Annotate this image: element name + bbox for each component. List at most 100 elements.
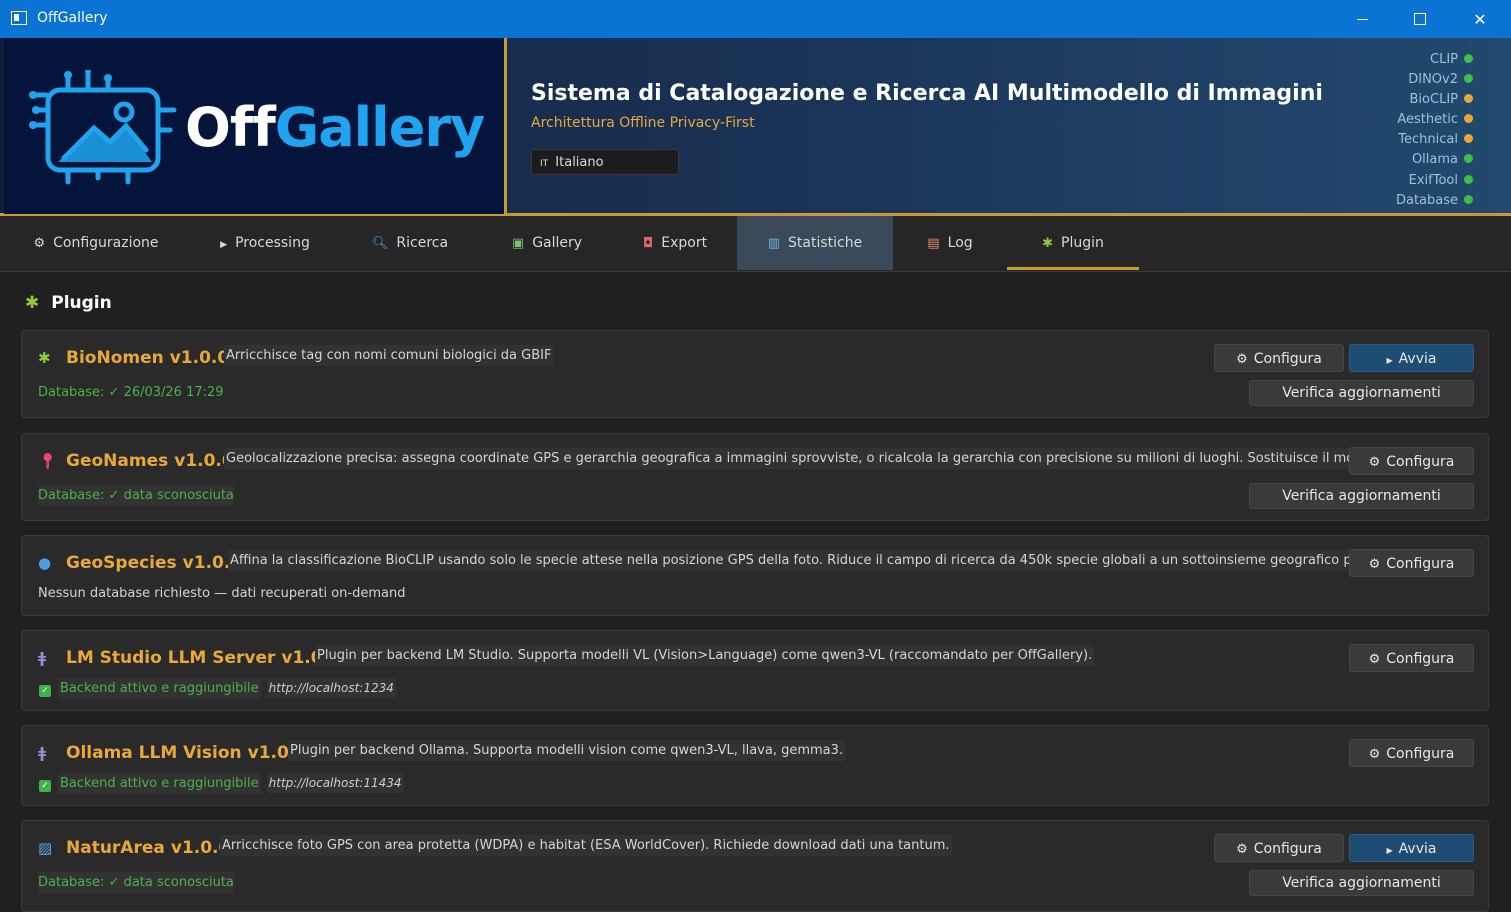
run-button[interactable]: ▶ Avvia <box>1349 344 1474 372</box>
plugin-status: Backend attivo e raggiungibile <box>58 678 261 699</box>
configure-button[interactable]: ⚙ Configura <box>1214 834 1344 862</box>
status-dot-icon <box>1464 114 1473 124</box>
gear-icon: ⚙ <box>33 236 46 251</box>
status-dot-icon <box>1464 94 1473 104</box>
plugin-description: Affina la classificazione BioCLIP usando… <box>228 550 1418 571</box>
model-name: ExifTool <box>1408 172 1458 188</box>
gear-icon: ⚙ <box>1368 557 1381 572</box>
plug-icon: ǂ <box>38 649 47 667</box>
configure-button[interactable]: ⚙ Configura <box>1214 344 1344 372</box>
check-updates-button[interactable]: Verifica aggiornamenti <box>1249 380 1474 406</box>
plugin-status: Database: ✓ data sconosciuta <box>38 872 234 893</box>
model-status-item: CLIP <box>1396 50 1473 70</box>
tab-ricerca[interactable]: 🔍︎ Ricerca <box>355 216 465 270</box>
model-status-item: Database <box>1396 191 1473 211</box>
logo: OffGallery <box>4 38 507 214</box>
plug-icon: ǂ <box>38 744 47 762</box>
model-status-list: CLIP DINOv2 BioCLIP Aesthetic Technical Ollam… <box>1396 50 1473 211</box>
puzzle-icon: ✱ <box>1042 236 1054 251</box>
plugin-description: Plugin per backend LM Studio. Supporta m… <box>315 645 1095 666</box>
plugin-card-lm-studio: ǂ LM Studio LLM Server v1.0.0 Plugin per b… <box>21 630 1489 711</box>
chart-icon: ▥ <box>767 236 781 251</box>
play-icon: ▶ <box>1386 356 1393 365</box>
tab-configurazione[interactable]: ⚙ Configurazione <box>16 216 176 270</box>
model-status-item: DINOv2 <box>1396 70 1473 90</box>
gear-icon: ⚙ <box>1236 352 1248 367</box>
model-status-item: BioCLIP <box>1396 90 1473 110</box>
pin-icon: 📍︎ <box>38 452 58 470</box>
app-header: OffGallery Sistema di Catalogazione e Ri… <box>0 38 1511 216</box>
language-value: Italiano <box>555 155 604 170</box>
tab-plugin[interactable]: ✱ Plugin <box>1007 216 1139 270</box>
tab-gallery[interactable]: ▣ Gallery <box>492 216 602 270</box>
app-subtitle: Architettura Offline Privacy-First <box>531 115 755 131</box>
configure-button[interactable]: ⚙ Configura <box>1349 739 1474 767</box>
plugin-title: ● GeoSpecies v1.0.0 <box>38 553 243 573</box>
plugin-description: Arricchisce tag con nomi comuni biologic… <box>224 345 554 366</box>
plugin-card-ollama: ǂ Ollama LLM Vision v1.0.0 Plugin per back… <box>21 725 1489 806</box>
gallery-logo-icon <box>29 70 177 185</box>
model-name: Aesthetic <box>1397 112 1458 128</box>
plugin-description: Arricchisce foto GPS con area protetta (… <box>220 835 952 856</box>
check-icon: ✓ <box>39 780 51 792</box>
plugin-status: Database: ✓ 26/03/26 17:29 <box>38 385 224 400</box>
globe-icon: ● <box>38 554 52 572</box>
run-button[interactable]: ▶ Avvia <box>1349 834 1474 862</box>
model-name: Technical <box>1398 132 1458 148</box>
landscape-icon: ▨ <box>38 839 53 857</box>
tab-export[interactable]: ◘ Export <box>625 216 725 270</box>
plugin-status: Backend attivo e raggiungibile <box>58 773 261 794</box>
model-status-item: Aesthetic <box>1396 110 1473 130</box>
close-button[interactable]: ✕ <box>1451 0 1509 38</box>
gear-icon: ⚙ <box>1236 842 1248 857</box>
model-status-item: Ollama <box>1396 150 1473 170</box>
check-updates-button[interactable]: Verifica aggiornamenti <box>1249 870 1474 896</box>
plugin-status-line: ✓ Backend attivo e raggiungibile http://lo… <box>36 678 396 700</box>
check-icon: ✓ <box>39 685 51 697</box>
model-name: Database <box>1395 192 1458 208</box>
minimize-button[interactable] <box>1333 0 1391 38</box>
status-dot-icon <box>1464 74 1473 84</box>
tab-processing[interactable]: ▶ Processing <box>205 216 325 270</box>
plugin-card-bionomen: ✱ BioNomen v1.0.0 Arricchisce tag con nomi… <box>21 330 1489 418</box>
logo-text: OffGallery <box>185 96 485 159</box>
configure-button[interactable]: ⚙ Configura <box>1349 447 1474 475</box>
configure-button[interactable]: ⚙ Configura <box>1349 549 1474 577</box>
status-dot-icon <box>1464 174 1473 184</box>
model-name: CLIP <box>1430 52 1458 67</box>
puzzle-icon: ✱ <box>25 293 40 313</box>
model-name: BioCLIP <box>1409 92 1458 108</box>
status-dot-icon <box>1464 134 1473 144</box>
status-dot-icon <box>1464 54 1473 63</box>
window-title: OffGallery <box>37 10 108 26</box>
app-icon <box>11 11 27 25</box>
gear-icon: ⚙ <box>1368 652 1381 667</box>
maximize-button[interactable] <box>1391 0 1449 38</box>
plugin-title: 📍︎ GeoNames v1.0.0 <box>38 451 234 471</box>
app-heading: Sistema di Catalogazione e Ricerca AI Mu… <box>531 81 1323 106</box>
configure-button[interactable]: ⚙ Configura <box>1349 644 1474 672</box>
model-status-item: ExifTool <box>1396 171 1473 191</box>
tab-statistiche[interactable]: ▥ Statistiche <box>737 216 893 270</box>
model-status-item: Technical <box>1396 130 1473 150</box>
check-updates-button[interactable]: Verifica aggiornamenti <box>1249 483 1474 509</box>
gear-icon: ⚙ <box>1368 747 1381 762</box>
play-icon: ▶ <box>1386 846 1393 855</box>
document-icon: ▤ <box>927 236 940 251</box>
plugin-title: ǂ LM Studio LLM Server v1.0.0 <box>38 648 341 668</box>
backend-url: http://localhost:11434 <box>266 773 404 793</box>
box-icon: ◘ <box>642 236 654 251</box>
model-name: DINOv2 <box>1408 72 1458 88</box>
plugin-title: ✱ BioNomen v1.0.0 <box>38 348 230 368</box>
flag-icon: IT <box>540 159 549 169</box>
tab-log[interactable]: ▤ Log <box>905 216 995 270</box>
plugin-title: ▨ NaturArea v1.0.0 <box>38 838 231 858</box>
status-dot-icon <box>1464 154 1473 164</box>
close-icon: ✕ <box>1473 9 1487 29</box>
model-name: Ollama <box>1411 152 1458 168</box>
puzzle-icon: ✱ <box>38 349 51 367</box>
section-title: ✱ Plugin <box>25 293 112 313</box>
plugin-card-naturarea: ▨ NaturArea v1.0.0 Arricchisce foto GPS co… <box>21 820 1489 912</box>
plugin-status-line: ✓ Backend attivo e raggiungibile http://lo… <box>36 773 404 795</box>
language-select[interactable]: IT Italiano <box>531 149 679 175</box>
